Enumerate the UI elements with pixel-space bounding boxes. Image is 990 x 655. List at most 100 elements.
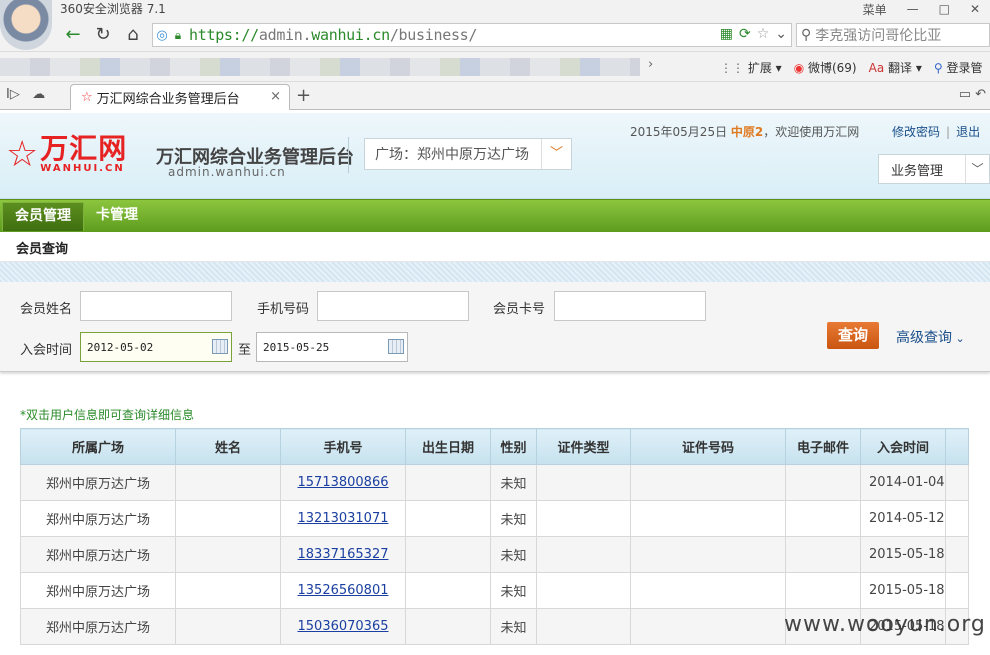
- cell-phone-link[interactable]: 15036070365: [280, 608, 406, 645]
- col-birth[interactable]: 出生日期: [405, 428, 491, 465]
- cell-name: [175, 500, 281, 537]
- cell-id-number: [630, 536, 786, 573]
- site-domain: admin.wanhui.cn: [168, 165, 286, 179]
- favbar-chevron-icon[interactable]: ›: [648, 57, 653, 72]
- cell-plaza: 郑州中原万达广场: [20, 608, 176, 645]
- translate-button[interactable]: Aa 翻译 ▾: [869, 59, 922, 76]
- chevron-down-icon[interactable]: ﹀: [965, 155, 989, 183]
- extensions-button[interactable]: ⋮⋮ 扩展 ▾: [720, 59, 782, 76]
- col-extra: [945, 428, 969, 465]
- query-button[interactable]: 查询: [827, 322, 879, 349]
- browser-avatar[interactable]: [0, 0, 52, 50]
- minimize-button[interactable]: —: [897, 2, 929, 16]
- cell-id-type: [536, 608, 631, 645]
- table-row[interactable]: 郑州中原万达广场 13526560801 未知 2015-05-18: [20, 572, 969, 609]
- member-name-input[interactable]: [80, 291, 232, 321]
- cell-id-number: [630, 608, 786, 645]
- favicon-star-icon: ☆: [81, 90, 93, 105]
- col-join-time[interactable]: 入会时间: [860, 428, 946, 465]
- logout-link[interactable]: 退出: [956, 125, 980, 139]
- cell-id-number: [630, 500, 786, 537]
- advanced-query-link[interactable]: 高级查询 ⌄: [896, 327, 965, 347]
- cell-id-number: [630, 572, 786, 609]
- module-select[interactable]: 业务管理 ﹀: [878, 154, 990, 184]
- col-id-type[interactable]: 证件类型: [536, 428, 631, 465]
- cell-gender: 未知: [490, 500, 537, 537]
- cell-id-type: [536, 464, 631, 501]
- new-tab-icon[interactable]: +: [296, 85, 311, 106]
- search-icon[interactable]: ⚲: [801, 27, 811, 43]
- site-info-icon[interactable]: ◎: [153, 28, 171, 43]
- login-button[interactable]: ⚲ 登录管: [934, 59, 983, 76]
- username: 中原2: [730, 125, 764, 139]
- url-actions: ▦ ⟳ ☆ ⌄: [720, 26, 787, 42]
- col-gender[interactable]: 性别: [490, 428, 537, 465]
- cell-phone-link[interactable]: 15713800866: [280, 464, 406, 501]
- decorative-stripe: [0, 262, 990, 282]
- maximize-button[interactable]: □: [929, 2, 960, 16]
- col-phone[interactable]: 手机号: [280, 428, 406, 465]
- cell-email: [785, 500, 861, 537]
- cell-birth: [405, 536, 491, 573]
- cell-plaza: 郑州中原万达广场: [20, 572, 176, 609]
- nav-card-management[interactable]: 卡管理: [84, 200, 150, 233]
- refresh-icon[interactable]: ↻: [88, 24, 118, 45]
- cell-join-time: 2014-05-12: [860, 500, 946, 537]
- col-email[interactable]: 电子邮件: [785, 428, 861, 465]
- weibo-button[interactable]: ◉ 微博(69): [794, 59, 857, 76]
- cell-phone-link[interactable]: 13213031071: [280, 500, 406, 537]
- col-plaza[interactable]: 所属广场: [20, 428, 176, 465]
- tab-active[interactable]: ☆ 万汇网综合业务管理后台 ×: [70, 84, 290, 110]
- close-window-button[interactable]: ✕: [960, 2, 990, 16]
- menu-button[interactable]: 菜单: [853, 1, 897, 18]
- phone-input[interactable]: [317, 291, 469, 321]
- close-tab-icon[interactable]: ×: [270, 89, 281, 104]
- address-bar: ← ↻ ⌂ ◎ 🔒︎ https://admin.wanhui.cn/busin…: [0, 18, 990, 52]
- cell-phone-link[interactable]: 13526560801: [280, 572, 406, 609]
- search-input[interactable]: ⚲ 李克强访问哥伦比亚: [796, 23, 990, 47]
- table-row[interactable]: 郑州中原万达广场 18337165327 未知 2015-05-18: [20, 536, 969, 573]
- url-dropdown-icon[interactable]: ⌄: [775, 26, 787, 42]
- cell-plaza: 郑州中原万达广场: [20, 464, 176, 501]
- tab-tools-icon[interactable]: ▭ ↶: [959, 87, 986, 102]
- chevron-down-icon[interactable]: ﹀: [541, 139, 571, 169]
- bookmark-star-icon[interactable]: ☆: [757, 26, 770, 42]
- date-from-input[interactable]: 2012-05-02: [80, 332, 232, 362]
- nav-member-management[interactable]: 会员管理: [2, 202, 84, 231]
- col-id-number[interactable]: 证件号码: [630, 428, 786, 465]
- url-text: https://admin.wanhui.cn/business/: [189, 26, 478, 44]
- sidebar-toggle-icon[interactable]: I▷ ☁: [6, 87, 45, 102]
- col-name[interactable]: 姓名: [175, 428, 281, 465]
- date-to-input[interactable]: 2015-05-25: [256, 332, 408, 362]
- cell-birth: [405, 500, 491, 537]
- subnav-member-query[interactable]: 会员查询: [16, 238, 68, 257]
- url-input[interactable]: ◎ 🔒︎ https://admin.wanhui.cn/business/ ▦…: [152, 23, 792, 47]
- change-password-link[interactable]: 修改密码: [892, 125, 940, 139]
- card-label: 会员卡号: [493, 302, 546, 317]
- calendar-icon[interactable]: [212, 339, 228, 354]
- cell-plaza: 郑州中原万达广场: [20, 500, 176, 537]
- plaza-select[interactable]: 广场：郑州中原万达广场 ﹀: [364, 138, 572, 170]
- home-icon[interactable]: ⌂: [118, 24, 148, 45]
- browser-titlebar: 360安全浏览器 7.1 菜单 — □ ✕: [0, 0, 990, 50]
- user-info: 2015年05月25日 中原2，欢迎使用万汇网: [630, 125, 860, 139]
- card-input[interactable]: [554, 291, 706, 321]
- table-row[interactable]: 郑州中原万达广场 15713800866 未知 2014-01-04: [20, 464, 969, 501]
- cell-email: [785, 464, 861, 501]
- calendar-icon[interactable]: [388, 339, 404, 354]
- table-row[interactable]: 郑州中原万达广场 13213031071 未知 2014-05-12: [20, 500, 969, 537]
- site-logo[interactable]: ☆ 万汇网 WANHUI.CN: [6, 135, 127, 175]
- header-divider: [348, 137, 349, 173]
- window-controls: 菜单 — □ ✕: [853, 0, 990, 18]
- cell-birth: [405, 572, 491, 609]
- qr-code-icon[interactable]: ▦: [720, 26, 733, 42]
- cell-join-time: 2014-01-04: [860, 464, 946, 501]
- cell-extra: [945, 572, 969, 609]
- cell-name: [175, 572, 281, 609]
- search-panel: 会员姓名 手机号码 会员卡号 入会时间 2012-05-02 至 2015-05…: [0, 282, 990, 372]
- cell-gender: 未知: [490, 608, 537, 645]
- back-arrow-icon[interactable]: ←: [58, 24, 88, 45]
- cell-id-type: [536, 536, 631, 573]
- compat-mode-icon[interactable]: ⟳: [739, 26, 751, 42]
- cell-phone-link[interactable]: 18337165327: [280, 536, 406, 573]
